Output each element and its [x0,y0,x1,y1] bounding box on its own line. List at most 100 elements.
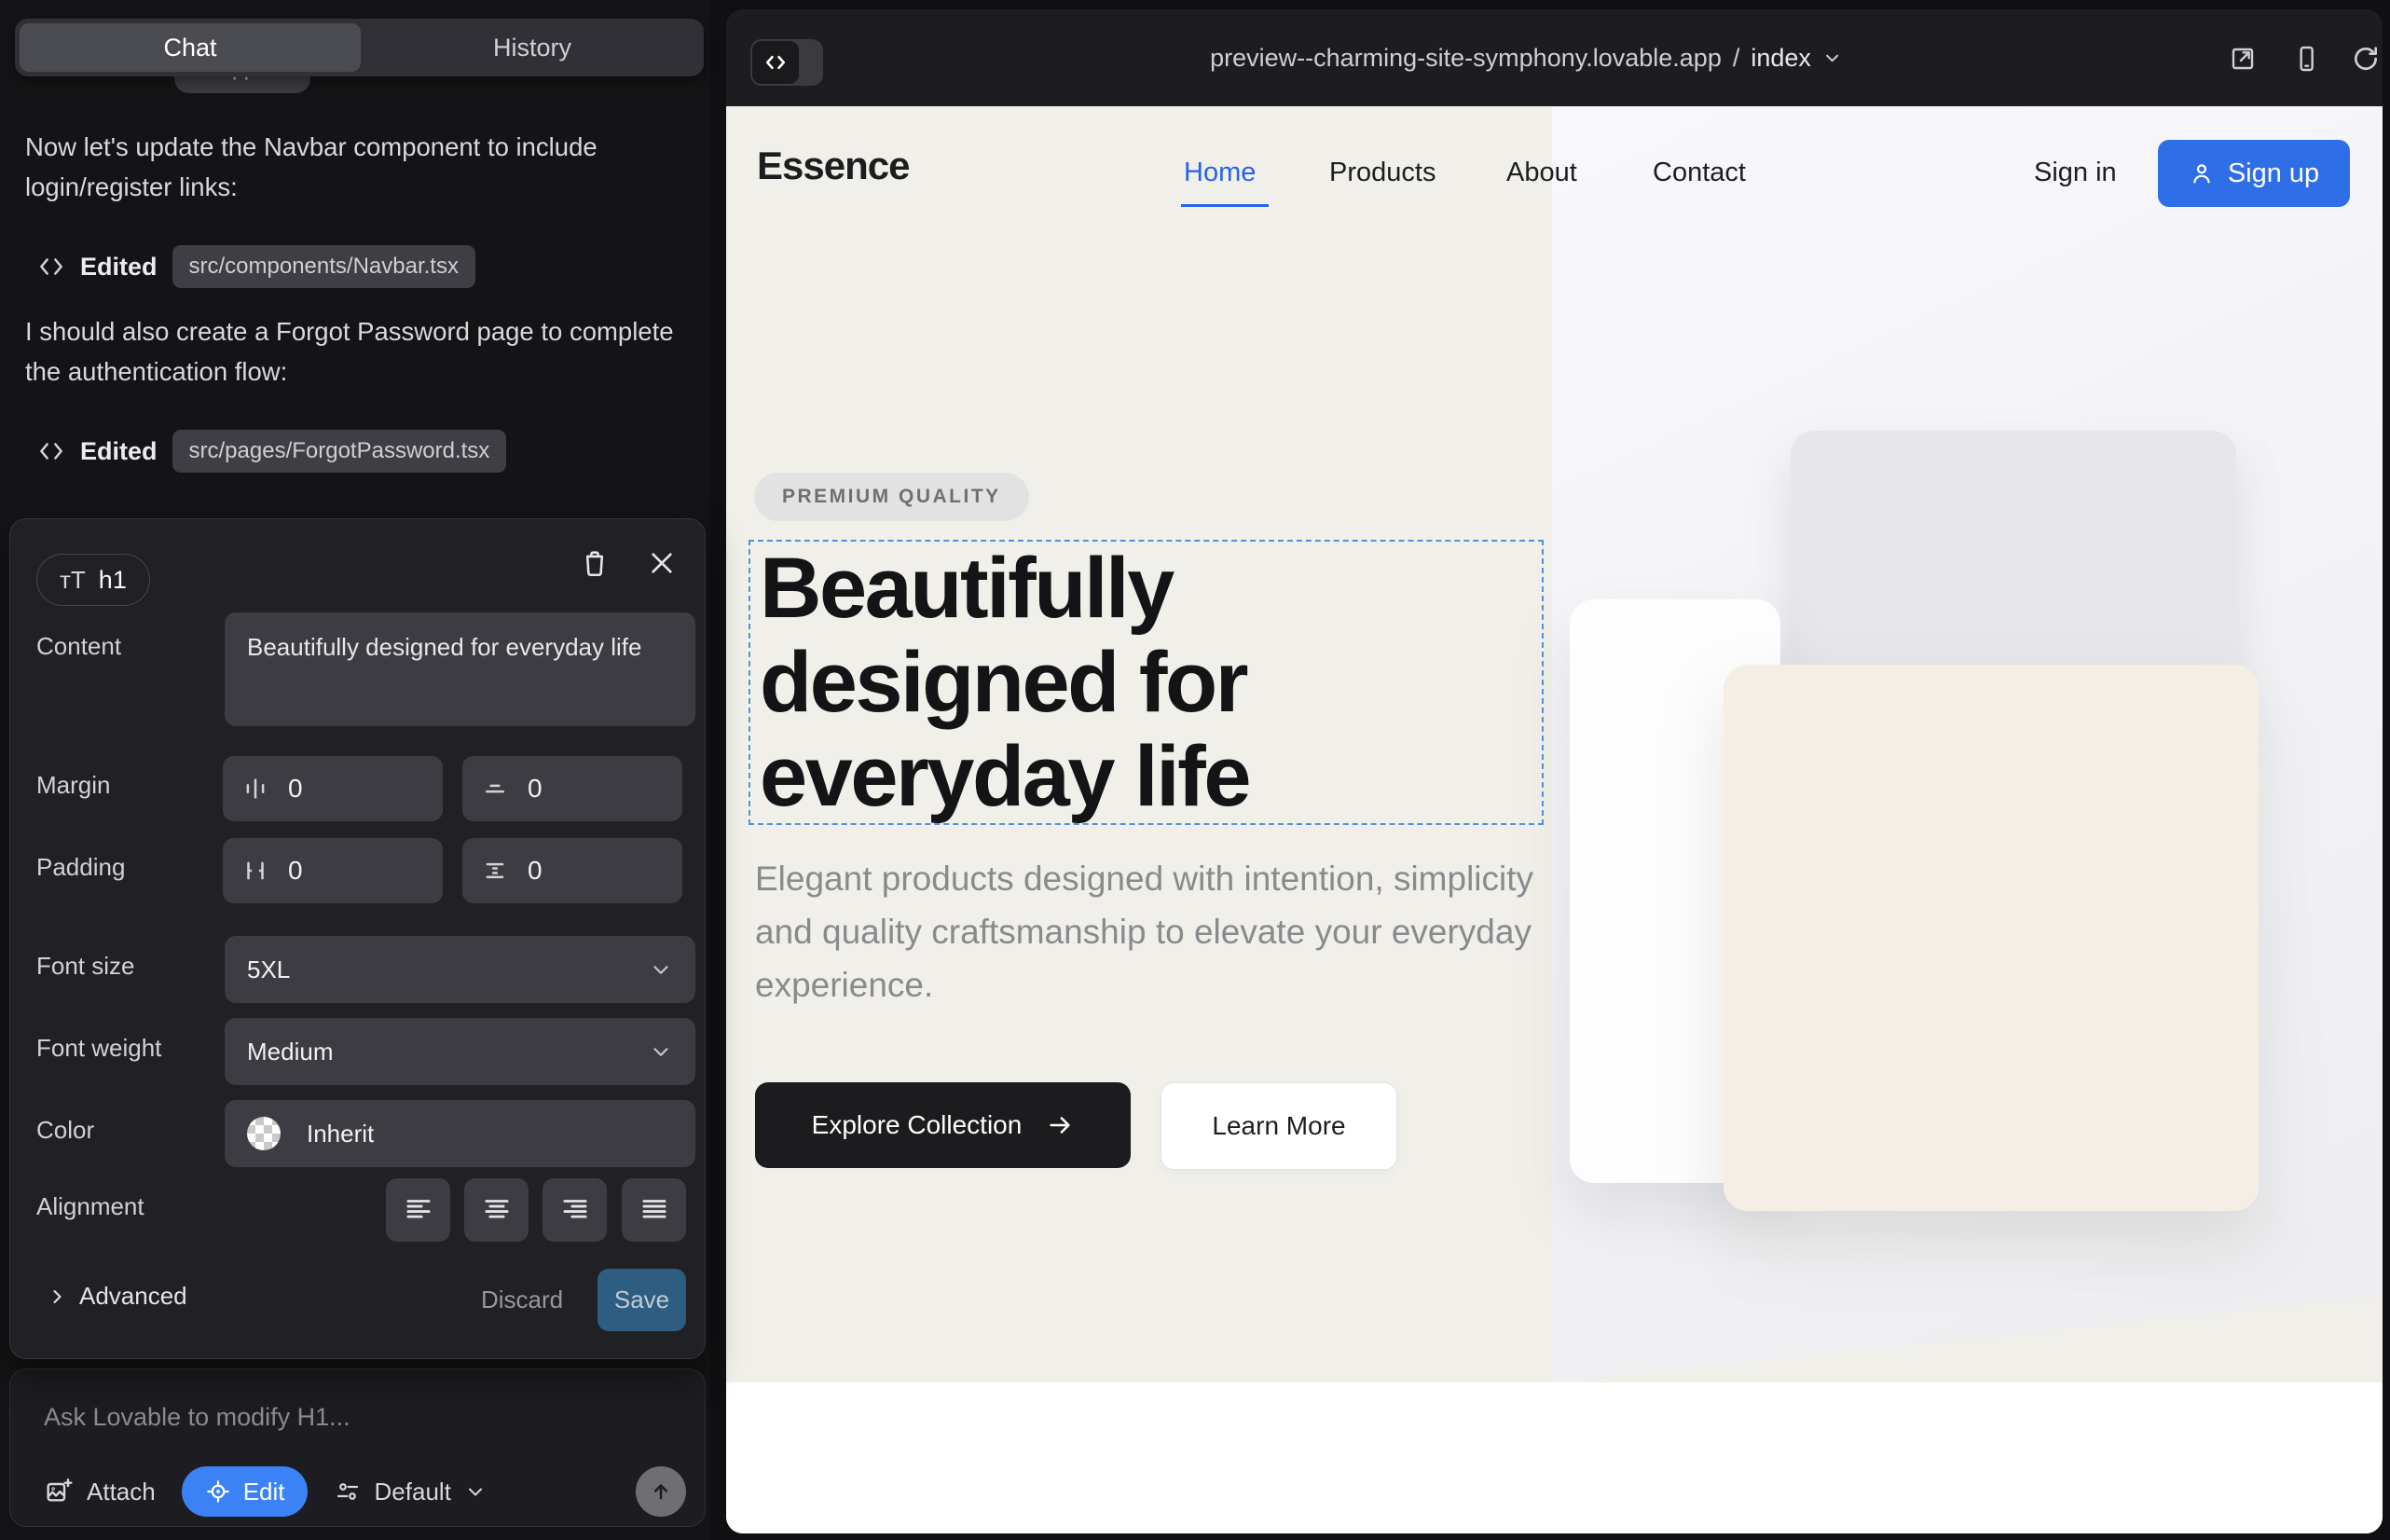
padding-y-input[interactable]: 0 [462,838,682,903]
padding-label: Padding [36,853,125,882]
edited-label: Edited [80,437,158,466]
sign-up-label: Sign up [2228,158,2319,189]
mobile-icon [2291,44,2321,74]
element-editor-panel: тT h1 Content Beautifully designed for e… [9,518,706,1359]
url-separator: / [1733,44,1740,73]
margin-x-input[interactable]: 0 [223,756,443,821]
hero-paragraph: Elegant products designed with intention… [755,852,1538,1011]
mobile-view-button[interactable] [2290,43,2322,75]
font-size-label: Font size [36,952,135,981]
align-center-button[interactable] [464,1178,529,1242]
hero-heading-line: everyday life [760,730,1249,824]
font-size-select[interactable]: 5XL [225,936,695,1003]
close-editor-button[interactable] [643,544,680,582]
site-logo[interactable]: Essence [757,144,909,188]
refresh-button[interactable] [2350,43,2382,75]
padding-x-icon [241,857,269,885]
chat-composer[interactable]: Ask Lovable to modify H1... Attach Edit … [9,1368,706,1527]
nav-link-about[interactable]: About [1506,158,1577,188]
tab-history-label: History [493,34,571,62]
attach-button[interactable]: Attach [44,1477,156,1506]
learn-more-button[interactable]: Learn More [1161,1082,1397,1170]
open-in-new-tab-button[interactable] [2227,43,2259,75]
active-nav-underline [1181,204,1269,207]
align-justify-button[interactable] [622,1178,686,1242]
nav-link-home[interactable]: Home [1184,158,1256,188]
trash-icon [579,547,611,579]
attach-label: Attach [87,1478,156,1506]
margin-x-icon [241,775,269,803]
hero-heading[interactable]: Beautifully designed for everyday life [760,542,1249,824]
nav-link-contact[interactable]: Contact [1653,158,1746,188]
align-center-icon [479,1192,515,1228]
send-button[interactable] [636,1466,686,1517]
edited-file-row[interactable]: Edited src/components/Navbar.tsx [37,241,475,293]
code-toggle-segment[interactable] [752,41,799,84]
discard-button[interactable]: Discard [481,1286,563,1314]
code-preview-toggle[interactable] [750,39,823,86]
sliders-icon [334,1478,362,1506]
chat-panel: ·· Chat History Now let's update the Nav… [0,0,710,1540]
color-select[interactable]: Inherit [225,1100,695,1167]
chevron-down-icon [649,957,673,982]
font-size-value: 5XL [247,956,290,984]
edited-file-row[interactable]: Edited src/pages/ForgotPassword.tsx [37,425,506,477]
chat-message: Now let's update the Navbar component to… [25,127,682,207]
color-value: Inherit [307,1120,374,1148]
file-chip[interactable]: src/pages/ForgotPassword.tsx [172,430,507,473]
model-selector[interactable]: Default [334,1478,487,1506]
sign-in-link[interactable]: Sign in [2034,158,2117,188]
align-left-icon [401,1192,436,1228]
chevron-down-icon [649,1039,673,1064]
delete-element-button[interactable] [576,544,613,582]
refresh-icon [2351,44,2381,74]
alignment-label: Alignment [36,1192,144,1221]
explore-collection-label: Explore Collection [812,1110,1023,1140]
element-tag: h1 [99,566,127,595]
next-section-background [726,1382,2383,1533]
premium-badge: PREMIUM QUALITY [754,473,1029,521]
align-right-icon [557,1192,593,1228]
sign-up-button[interactable]: Sign up [2158,140,2350,207]
code-icon [37,253,65,281]
code-icon [762,49,789,76]
file-chip[interactable]: src/components/Navbar.tsx [172,245,475,288]
edit-mode-label: Edit [243,1478,285,1506]
content-label: Content [36,632,121,661]
chevron-down-icon [1822,48,1843,68]
attach-image-icon [44,1477,74,1506]
edit-mode-button[interactable]: Edit [182,1466,308,1517]
chevron-right-icon [46,1286,68,1308]
chat-message: I should also create a Forgot Password p… [25,311,682,392]
margin-x-value: 0 [288,774,303,804]
element-tag-badge: тT h1 [36,554,150,606]
padding-x-value: 0 [288,856,303,886]
font-weight-label: Font weight [36,1034,161,1063]
arrow-right-icon [1046,1111,1074,1139]
site-viewport: Essence Home Products About Contact Sign… [726,106,2383,1533]
tab-chat[interactable]: Chat [20,23,361,72]
external-link-icon [2228,44,2258,74]
align-justify-icon [637,1192,672,1228]
nav-link-products[interactable]: Products [1329,158,1435,188]
typography-icon: тT [60,566,86,595]
align-left-button[interactable] [386,1178,450,1242]
advanced-toggle[interactable]: Advanced [46,1282,187,1311]
align-right-button[interactable] [543,1178,607,1242]
explore-collection-button[interactable]: Explore Collection [755,1082,1131,1168]
padding-x-input[interactable]: 0 [223,838,443,903]
composer-toolbar: Attach Edit Default [44,1464,686,1519]
tab-history[interactable]: History [361,19,704,76]
margin-y-input[interactable]: 0 [462,756,682,821]
font-weight-select[interactable]: Medium [225,1018,695,1085]
target-icon [204,1478,232,1506]
padding-y-value: 0 [528,856,543,886]
color-label: Color [36,1116,94,1145]
composer-placeholder[interactable]: Ask Lovable to modify H1... [44,1403,350,1432]
content-input[interactable]: Beautifully designed for everyday life [225,612,695,726]
decorative-card-cream [1724,665,2259,1211]
margin-label: Margin [36,771,110,800]
url-bar[interactable]: preview--charming-site-symphony.lovable.… [1210,9,1843,106]
chat-history-tabs: Chat History [15,19,704,76]
save-button[interactable]: Save [598,1269,686,1331]
